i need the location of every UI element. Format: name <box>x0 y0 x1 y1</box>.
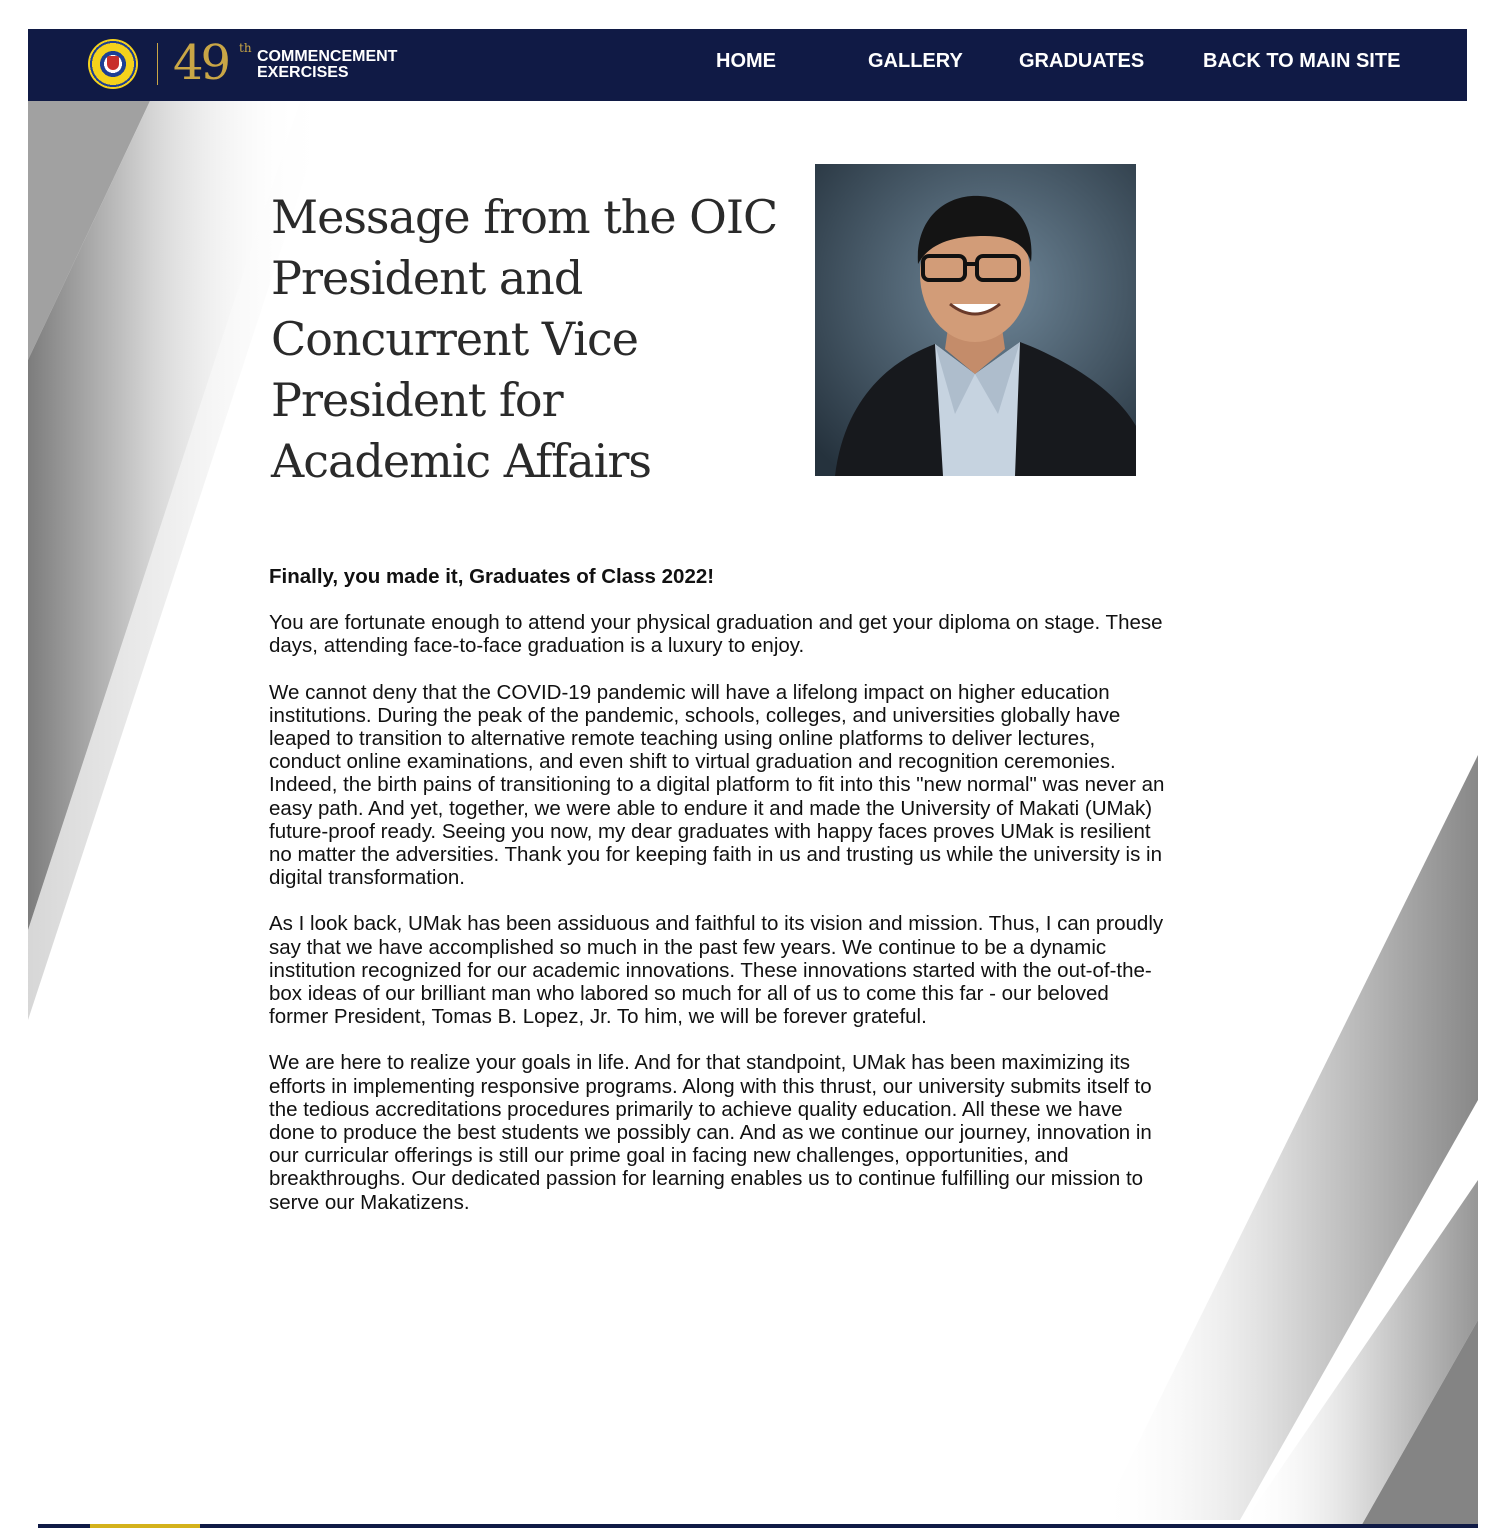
event-title-line2: EXERCISES <box>257 64 349 81</box>
anniversary-number: 49 <box>173 35 231 91</box>
portrait-illustration <box>815 164 1136 476</box>
university-seal-logo[interactable] <box>88 39 138 89</box>
footer-bar <box>38 1524 1478 1528</box>
nav-graduates-link[interactable]: GRADUATES <box>1019 49 1144 73</box>
event-title-line1: COMMENCEMENT <box>257 48 398 65</box>
message-paragraph-2: We cannot deny that the COVID-19 pandemi… <box>269 680 1165 890</box>
message-body: Finally, you made it, Graduates of Class… <box>269 565 1169 1237</box>
footer-accent <box>90 1524 200 1528</box>
site-header: 49 th COMMENCEMENT EXERCISES HOME GALLER… <box>28 29 1467 101</box>
seal-torch-icon <box>107 56 119 70</box>
message-paragraph-3: As I look back, UMak has been assiduous … <box>269 912 1164 1029</box>
nav-home-link[interactable]: HOME <box>716 49 776 73</box>
nav-back-to-main-site-link[interactable]: BACK TO MAIN SITE <box>1203 49 1400 73</box>
president-portrait-photo <box>815 164 1136 476</box>
message-lead: Finally, you made it, Graduates of Class… <box>269 565 715 588</box>
message-paragraph-1: You are fortunate enough to attend your … <box>269 611 1163 658</box>
nav-gallery-link[interactable]: GALLERY <box>868 49 963 73</box>
page: 49 th COMMENCEMENT EXERCISES HOME GALLER… <box>0 0 1498 1528</box>
message-paragraph-4: We are here to realize your goals in lif… <box>269 1051 1152 1214</box>
anniversary-suffix: th <box>239 41 252 55</box>
event-title: COMMENCEMENT EXERCISES <box>257 49 397 81</box>
page-title: Message from the OIC President and Concu… <box>271 190 778 488</box>
brand-divider <box>157 43 158 85</box>
